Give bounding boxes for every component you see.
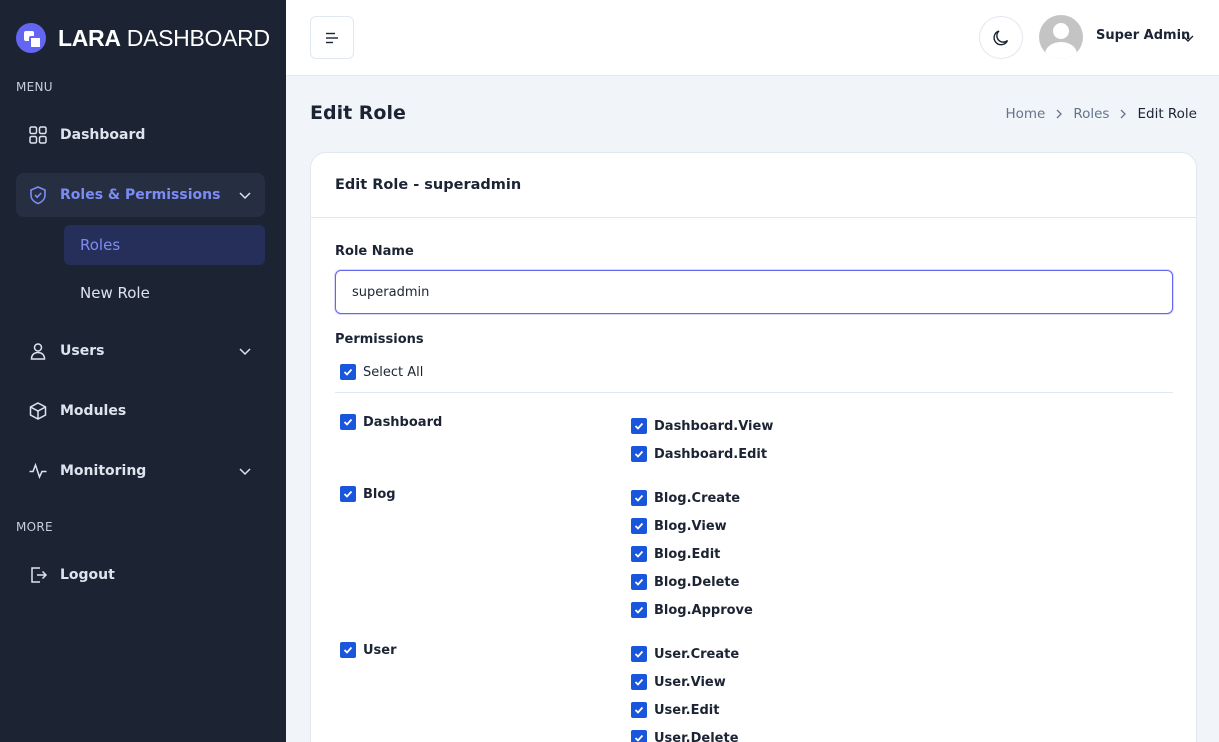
permission-label: User.Create <box>654 646 740 662</box>
permission-checkbox[interactable]: User.Edit <box>631 702 719 718</box>
permission-label: Blog.Create <box>654 490 741 506</box>
logo-icon <box>16 23 46 53</box>
moon-icon <box>993 29 1009 45</box>
breadcrumb-roles[interactable]: Roles <box>1073 106 1109 122</box>
permission-label: Dashboard.Edit <box>654 446 768 462</box>
more-section-label: MORE <box>16 520 53 534</box>
checkbox[interactable] <box>631 646 647 662</box>
brand-name: LARA DASHBOARD <box>58 24 270 51</box>
top-header: Super Admin <box>286 0 1219 76</box>
checkbox[interactable] <box>631 730 647 742</box>
edit-role-card: Edit Role - superadmin Role Name Permiss… <box>310 152 1197 742</box>
sidebar-subitem-new-role[interactable]: New Role <box>64 273 265 313</box>
permission-label: User.View <box>654 674 726 690</box>
user-name[interactable]: Super Admin <box>1096 28 1190 43</box>
breadcrumb-current: Edit Role <box>1137 106 1197 122</box>
permission-checkbox[interactable]: Blog.Edit <box>631 546 720 562</box>
user-icon <box>28 341 48 361</box>
permission-label: Blog.Edit <box>654 546 721 562</box>
select-all-checkbox-row[interactable]: Select All <box>340 364 423 380</box>
checkbox[interactable] <box>340 414 356 430</box>
card-title: Edit Role - superadmin <box>335 177 522 193</box>
sidebar-item-users[interactable]: Users <box>16 329 265 373</box>
checkbox[interactable] <box>631 546 647 562</box>
group-label: Blog <box>363 486 396 502</box>
checkbox[interactable] <box>631 602 647 618</box>
permission-checkbox[interactable]: Dashboard.View <box>631 418 773 434</box>
checkbox[interactable] <box>340 486 356 502</box>
checkbox[interactable] <box>631 574 647 590</box>
page-title: Edit Role <box>310 102 406 124</box>
breadcrumb: Home Roles Edit Role <box>1005 106 1197 122</box>
dark-mode-toggle[interactable] <box>979 16 1023 59</box>
sidebar-item-monitoring[interactable]: Monitoring <box>16 449 265 493</box>
group-checkbox-blog[interactable]: Blog <box>340 486 396 502</box>
chevron-down-icon[interactable] <box>1180 30 1196 46</box>
sidebar-item-label: Users <box>60 343 105 359</box>
sidebar-item-label: Roles & Permissions <box>60 187 221 203</box>
chevron-right-icon <box>1053 108 1065 120</box>
checkbox[interactable] <box>631 446 647 462</box>
sidebar-item-label: Monitoring <box>60 463 147 479</box>
shield-icon <box>28 185 48 205</box>
chevron-down-icon <box>239 348 251 356</box>
checkbox[interactable] <box>340 642 356 658</box>
role-name-label: Role Name <box>335 244 414 259</box>
checkbox[interactable] <box>631 418 647 434</box>
sidebar: LARA DASHBOARD MENU Dashboard Roles & Pe… <box>0 0 286 742</box>
sidebar-item-label: Logout <box>60 567 115 583</box>
hamburger-icon <box>326 32 338 43</box>
permission-checkbox[interactable]: Dashboard.Edit <box>631 446 767 462</box>
activity-icon <box>28 461 48 481</box>
checkbox[interactable] <box>631 518 647 534</box>
logout-icon <box>28 565 48 585</box>
permission-checkbox[interactable]: Blog.Delete <box>631 574 739 590</box>
permission-label: Blog.Approve <box>654 602 753 618</box>
avatar[interactable] <box>1039 15 1083 59</box>
checkbox[interactable] <box>631 490 647 506</box>
permission-checkbox[interactable]: User.Delete <box>631 730 739 742</box>
chevron-up-icon <box>239 192 251 200</box>
sidebar-item-modules[interactable]: Modules <box>16 389 265 433</box>
checkbox[interactable] <box>631 702 647 718</box>
card-header: Edit Role - superadmin <box>311 153 1196 218</box>
permission-label: User.Edit <box>654 702 720 718</box>
sidebar-item-dashboard[interactable]: Dashboard <box>16 113 265 157</box>
checkbox[interactable] <box>340 364 356 380</box>
permission-label: User.Delete <box>654 730 739 742</box>
permission-checkbox[interactable]: User.Create <box>631 646 739 662</box>
brand-logo[interactable]: LARA DASHBOARD <box>16 22 270 54</box>
chevron-down-icon <box>239 468 251 476</box>
menu-section-label: MENU <box>16 80 53 94</box>
menu-toggle-button[interactable] <box>310 16 354 59</box>
permission-checkbox[interactable]: Blog.Approve <box>631 602 753 618</box>
permission-checkbox[interactable]: User.View <box>631 674 726 690</box>
permission-checkbox[interactable]: Blog.View <box>631 518 727 534</box>
permission-label: Dashboard.View <box>654 418 774 434</box>
grid-icon <box>28 125 48 145</box>
cube-icon <box>28 401 48 421</box>
group-label: User <box>363 642 397 658</box>
divider <box>335 392 1173 393</box>
breadcrumb-home[interactable]: Home <box>1005 106 1045 122</box>
sidebar-item-logout[interactable]: Logout <box>16 553 265 597</box>
chevron-right-icon <box>1117 108 1129 120</box>
group-label: Dashboard <box>363 414 443 430</box>
sidebar-item-label: Modules <box>60 403 127 419</box>
role-name-input[interactable] <box>335 270 1173 314</box>
permissions-label: Permissions <box>335 332 424 347</box>
group-checkbox-dashboard[interactable]: Dashboard <box>340 414 442 430</box>
select-all-label: Select All <box>363 364 424 380</box>
sidebar-subitem-roles[interactable]: Roles <box>64 225 265 265</box>
group-checkbox-user[interactable]: User <box>340 642 397 658</box>
permission-checkbox[interactable]: Blog.Create <box>631 490 740 506</box>
checkbox[interactable] <box>631 674 647 690</box>
sidebar-item-label: Dashboard <box>60 127 146 143</box>
sidebar-item-roles-permissions[interactable]: Roles & Permissions <box>16 173 265 217</box>
permission-label: Blog.View <box>654 518 727 534</box>
permission-label: Blog.Delete <box>654 574 740 590</box>
